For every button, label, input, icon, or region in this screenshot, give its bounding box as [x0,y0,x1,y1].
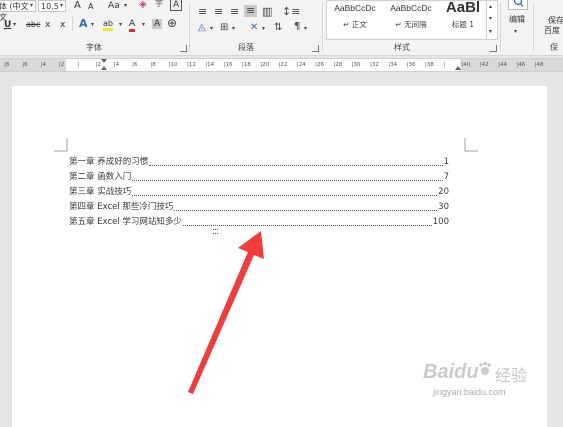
baidu-logo: Baidu [423,361,479,384]
baidu-watermark: Baidu 经验 jingyan.baidu.com [423,361,543,409]
watermark-brand-cn: 经验 [495,366,528,385]
watermark-brand: Baidu [423,361,479,383]
watermark-url: jingyan.baidu.com [433,387,506,397]
paw-icon [477,361,493,377]
